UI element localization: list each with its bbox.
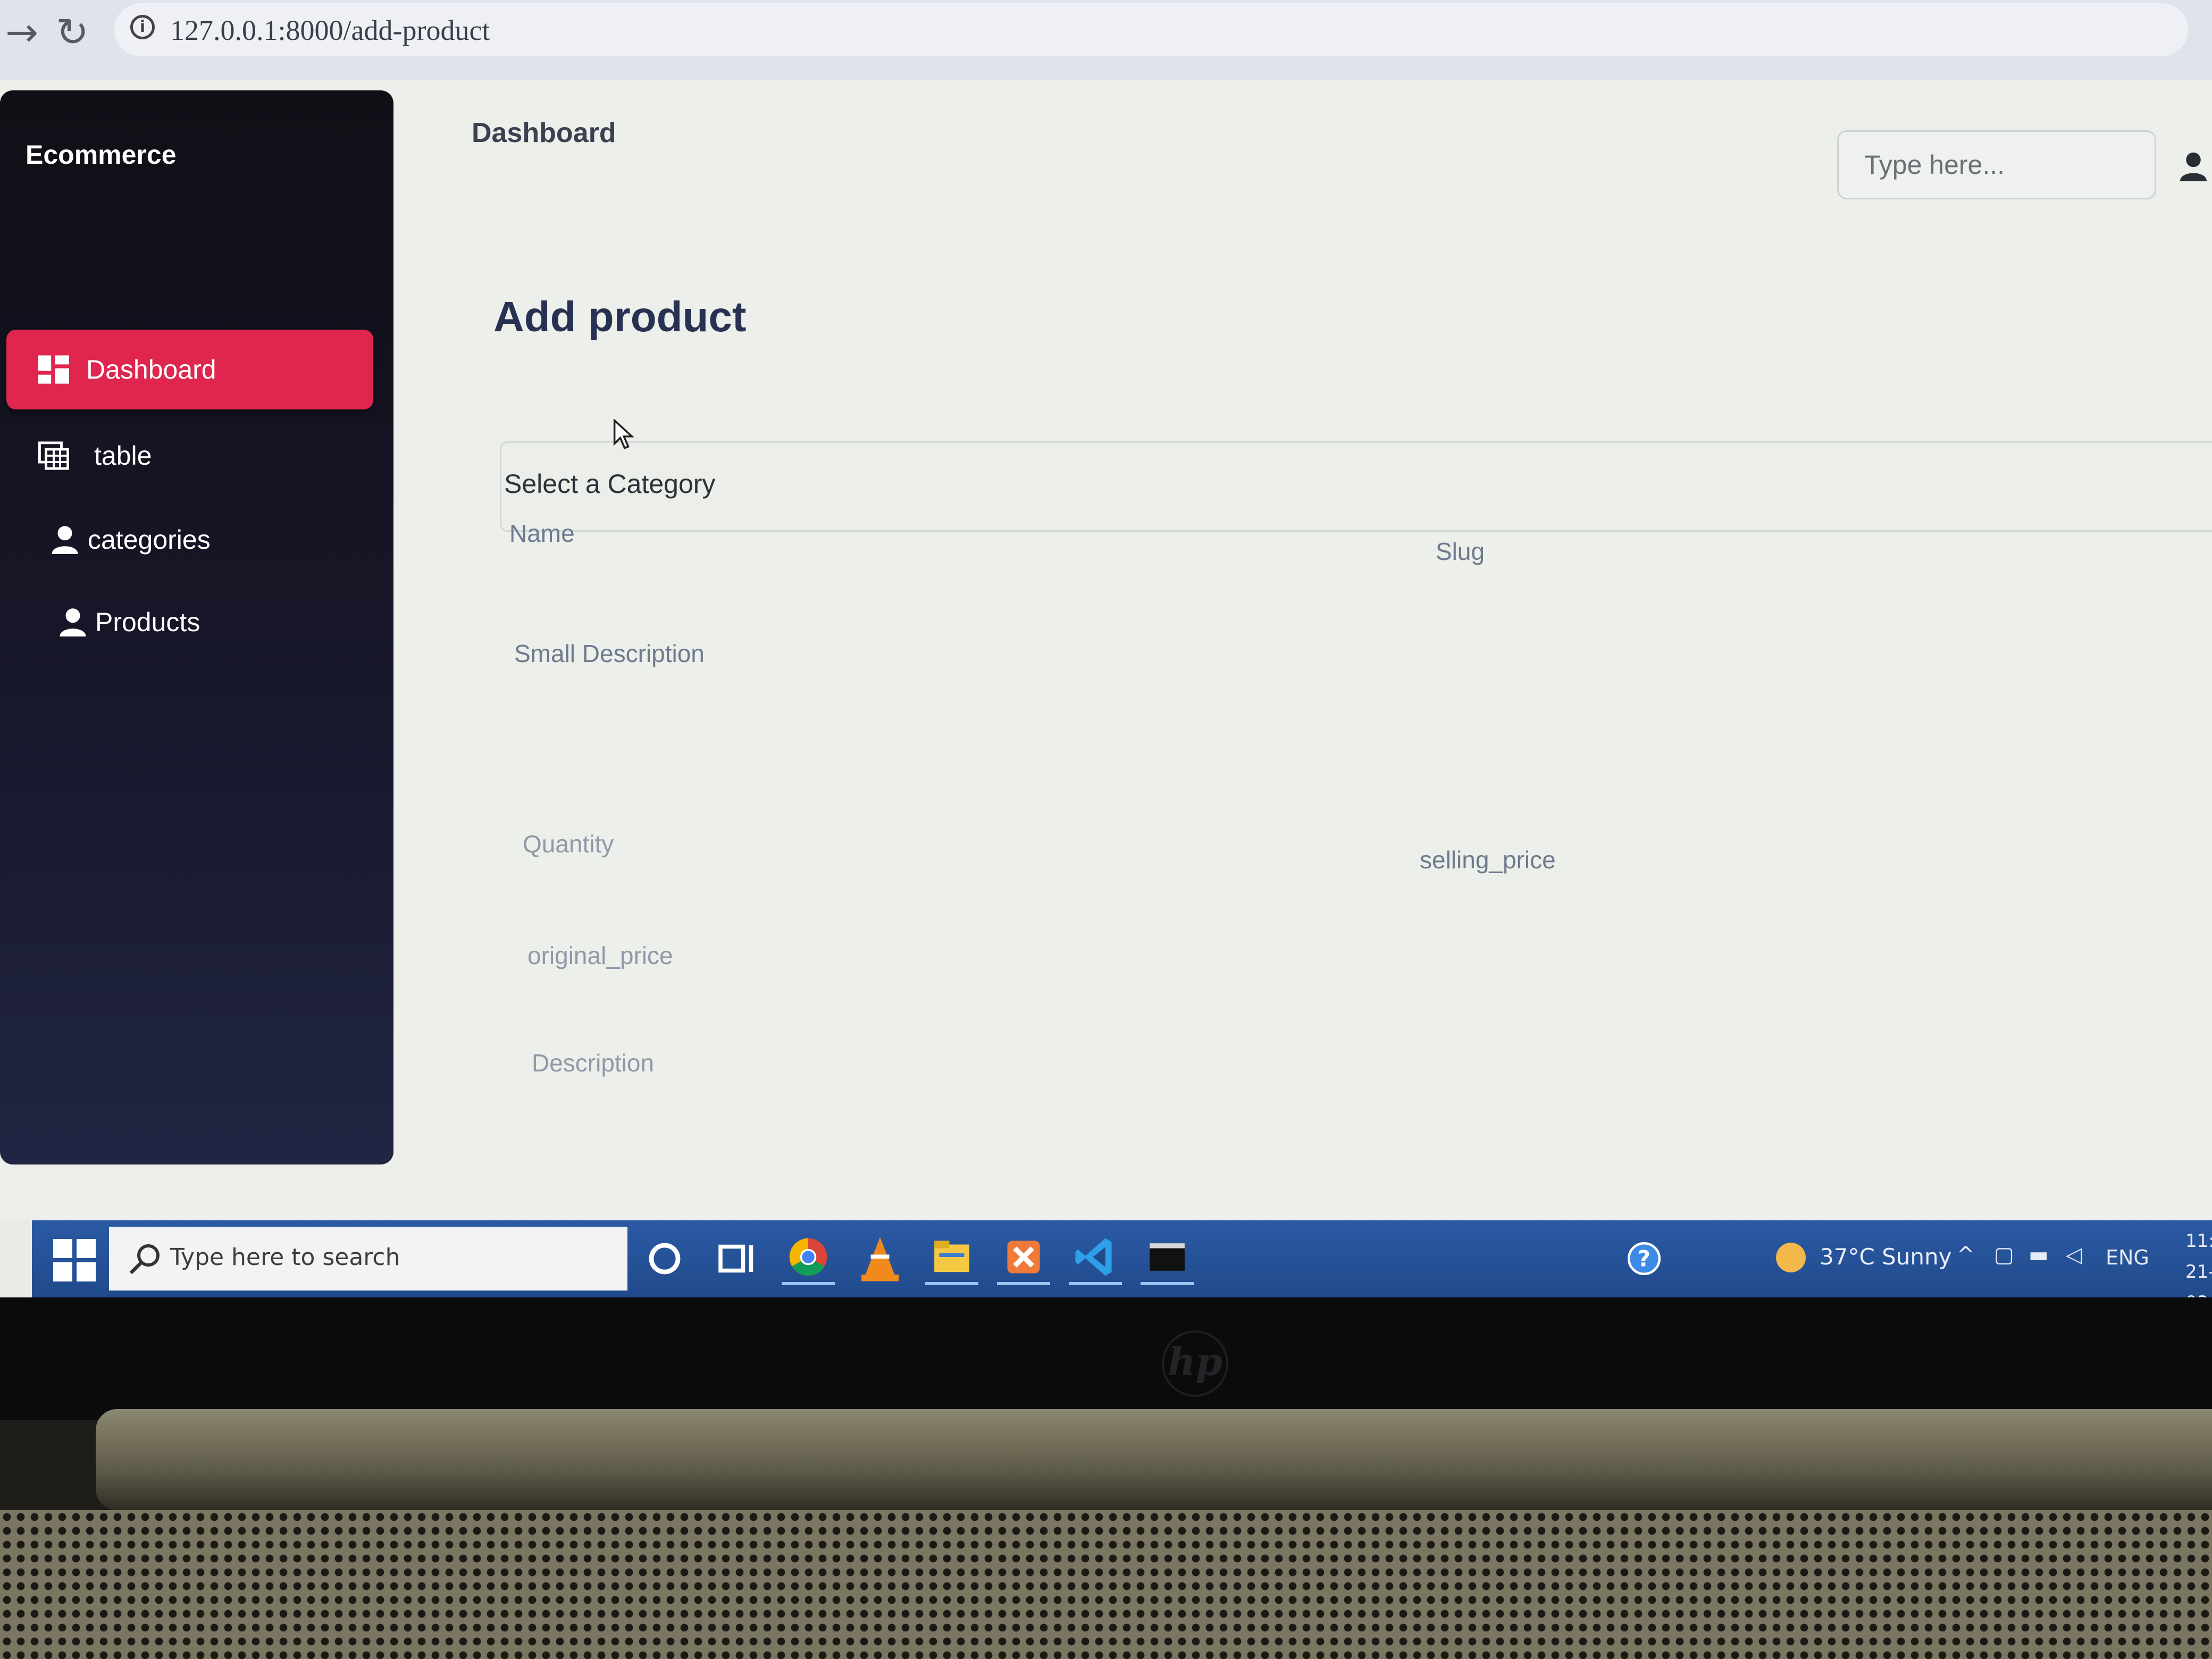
taskbar-search-placeholder: Type here to search (170, 1244, 400, 1271)
quantity-input[interactable] (523, 861, 1349, 910)
selling-price-input[interactable] (1420, 877, 2166, 926)
quantity-label: Quantity (523, 830, 614, 858)
table-icon (38, 441, 69, 470)
vscode-icon[interactable] (1069, 1232, 1122, 1285)
browser-address-bar: → ↻ i 127.0.0.1:8000/add-product (0, 0, 2212, 81)
person-icon (60, 608, 86, 636)
sidebar-item-products[interactable]: Products (6, 582, 373, 662)
vlc-icon[interactable] (853, 1232, 907, 1285)
windows-start-icon[interactable] (53, 1239, 96, 1281)
breadcrumb-title: Dashboard (472, 118, 616, 148)
sidebar-item-label: Products (95, 607, 200, 637)
page-title: Add product (493, 293, 747, 340)
url-omnibox[interactable]: i 127.0.0.1:8000/add-product (114, 3, 2188, 56)
cortana-icon[interactable] (638, 1232, 691, 1285)
slug-input[interactable] (1436, 569, 2182, 618)
meet-now-icon[interactable]: ▢ (1994, 1243, 2014, 1267)
brand-title[interactable]: Ecommerce (26, 139, 177, 170)
original-price-label: original_price (527, 942, 673, 969)
chevron-up-icon[interactable]: ^ (1957, 1243, 1975, 1267)
user-icon[interactable] (2180, 152, 2207, 181)
dashboard-grid-icon (38, 355, 69, 384)
laptop-hinge (96, 1409, 2212, 1510)
laptop-bezel: hp (0, 1297, 2212, 1420)
clock-time: 11: (2185, 1230, 2212, 1252)
laptop-speaker-grille (0, 1510, 2212, 1659)
screen: → ↻ i 127.0.0.1:8000/add-product Ecommer… (0, 0, 2212, 1297)
volume-icon[interactable]: ◁ (2066, 1243, 2082, 1267)
task-view-icon[interactable] (710, 1232, 763, 1285)
search-icon (129, 1244, 160, 1275)
slug-label: Slug (1436, 538, 1485, 565)
svg-text:?: ? (1638, 1245, 1650, 1271)
description-label: Description (532, 1049, 655, 1077)
small-description-textarea[interactable] (514, 675, 2165, 816)
language-indicator[interactable]: ENG (2106, 1246, 2149, 1269)
battery-icon[interactable]: ▬ (2029, 1243, 2049, 1267)
sidebar: Ecommerce Dashboard table categories Pro… (0, 90, 393, 1164)
small-description-label: Small Description (514, 640, 705, 667)
sidebar-item-table[interactable]: table (6, 416, 373, 496)
sidebar-item-label: table (94, 441, 152, 471)
original-price-input[interactable] (527, 973, 1354, 1022)
url-text[interactable]: 127.0.0.1:8000/add-product (170, 14, 490, 47)
xampp-icon[interactable] (997, 1232, 1050, 1285)
forward-arrow-icon[interactable]: → (5, 10, 38, 55)
reload-icon[interactable]: ↻ (56, 10, 89, 55)
taskbar-search-box[interactable]: Type here to search (109, 1227, 627, 1291)
category-select-value: Select a Category (504, 469, 716, 499)
site-info-icon[interactable]: i (130, 15, 155, 39)
description-textarea[interactable] (532, 1085, 2182, 1193)
chrome-icon[interactable] (782, 1232, 835, 1285)
windows-taskbar: Type here to search ? 37°C Sunny ^ ▢ ▬ ◁… (32, 1220, 2212, 1297)
clock[interactable]: 11: 21-03- (2185, 1226, 2212, 1297)
hp-logo: hp (1162, 1330, 1228, 1397)
help-icon[interactable]: ? (1627, 1242, 1661, 1276)
weather-sun-icon[interactable] (1776, 1243, 1806, 1272)
terminal-icon[interactable] (1141, 1232, 1194, 1285)
person-icon (52, 526, 78, 554)
weather-text[interactable]: 37°C Sunny (1820, 1244, 1952, 1270)
sidebar-item-categories[interactable]: categories (6, 500, 373, 580)
category-select[interactable]: Select a Category (500, 441, 2212, 532)
sidebar-item-label: categories (88, 525, 211, 555)
name-label: Name (509, 520, 575, 547)
mouse-cursor-icon (613, 419, 634, 449)
selling-price-label: selling_price (1420, 846, 1556, 874)
search-input[interactable] (1837, 130, 2156, 199)
clock-date: 21-03- (2185, 1261, 2212, 1297)
name-input[interactable] (509, 553, 1362, 602)
sidebar-item-label: Dashboard (86, 355, 216, 384)
file-explorer-icon[interactable] (925, 1232, 978, 1285)
admin-app: Ecommerce Dashboard table categories Pro… (0, 80, 2212, 1220)
sidebar-item-dashboard[interactable]: Dashboard (6, 330, 373, 409)
